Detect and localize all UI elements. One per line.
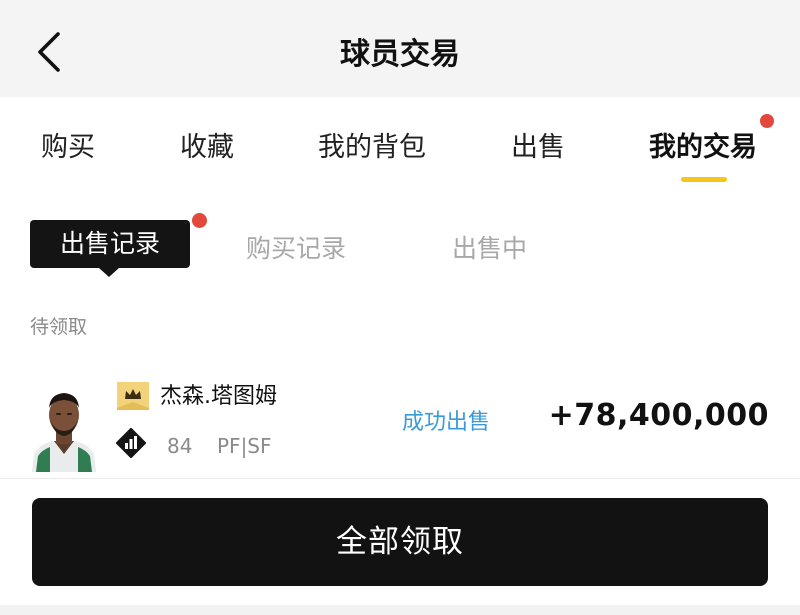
player-position: PF|SF	[217, 434, 272, 458]
main-tab-bar: 购买 收藏 我的背包 出售 我的交易	[0, 97, 800, 197]
divider	[0, 478, 800, 479]
subtab-sale-records-label: 出售记录	[59, 229, 160, 258]
subtab-sale-records[interactable]: 出售记录	[30, 220, 190, 268]
page-title: 球员交易	[340, 37, 460, 72]
subtab-purchase-records[interactable]: 购买记录	[246, 229, 346, 265]
tab-my-trades[interactable]: 我的交易	[649, 125, 757, 164]
section-label: 待领取	[30, 316, 88, 338]
rating-bars-icon	[116, 428, 146, 458]
chevron-left-icon	[38, 32, 60, 72]
subtab-notification-dot	[192, 213, 207, 228]
status-badge: 成功出售	[402, 410, 491, 435]
tab-sell[interactable]: 出售	[511, 125, 565, 164]
list-item[interactable]: 杰森.塔图姆 84 PF|SF 成功出售 +78,400,000	[0, 368, 800, 478]
notification-dot	[760, 114, 774, 128]
tab-my-backpack[interactable]: 我的背包	[318, 125, 426, 164]
bottom-strip	[0, 605, 800, 615]
crown-badge-icon	[117, 382, 149, 410]
player-avatar	[26, 384, 102, 472]
claim-all-label: 全部领取	[336, 524, 464, 560]
player-rating: 84	[167, 434, 193, 458]
back-button[interactable]	[34, 30, 64, 74]
subtab-on-sale[interactable]: 出售中	[452, 229, 527, 265]
claim-all-button[interactable]: 全部领取	[32, 498, 768, 586]
active-tab-indicator	[681, 177, 727, 182]
subtab-pointer	[99, 268, 119, 277]
tab-buy[interactable]: 购买	[41, 125, 95, 164]
tab-favorites[interactable]: 收藏	[180, 125, 234, 164]
player-name: 杰森.塔图姆	[160, 384, 277, 409]
sale-amount: +78,400,000	[548, 398, 769, 433]
